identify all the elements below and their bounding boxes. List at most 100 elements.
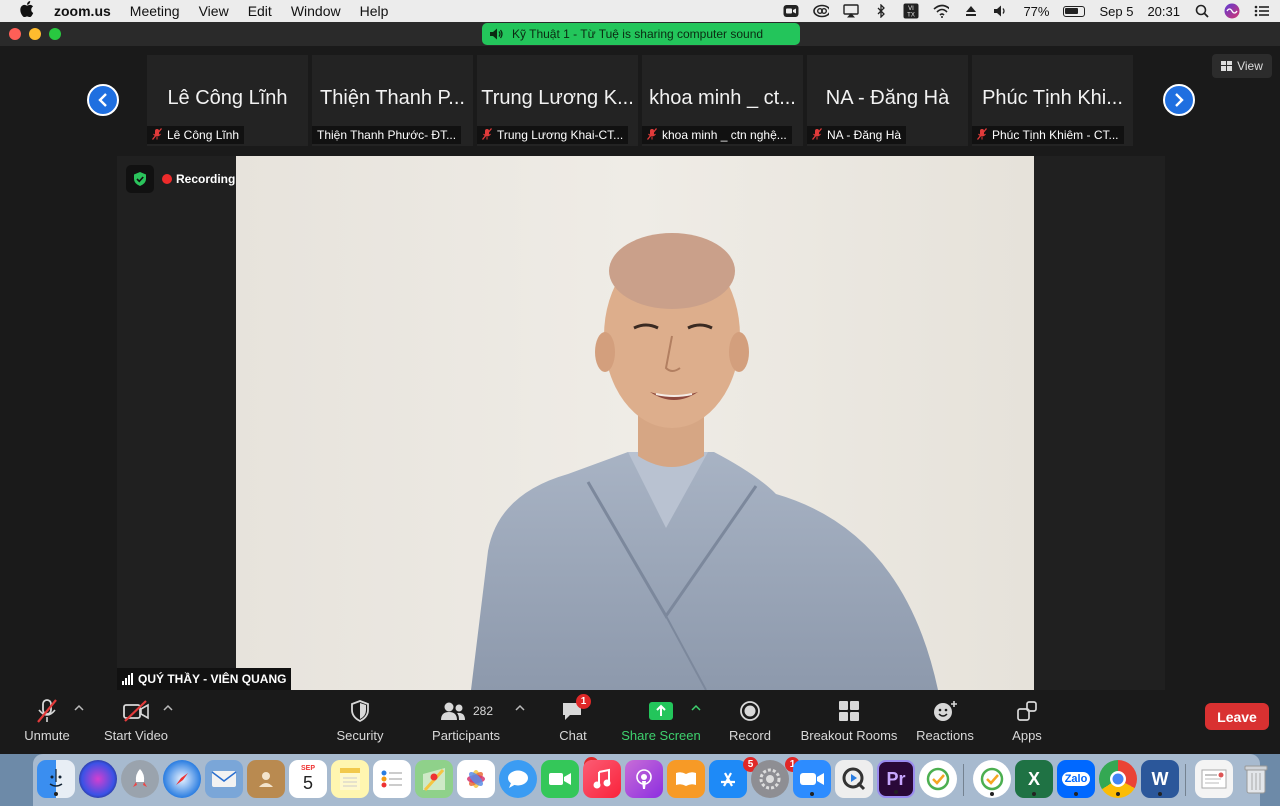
participant-thumbnail[interactable]: Lê Công Lĩnh Lê Công Lĩnh — [147, 55, 308, 146]
menu-app-name[interactable]: zoom.us — [54, 3, 111, 19]
grab-app-icon-2[interactable] — [973, 760, 1011, 798]
share-screen-button[interactable]: Share Screen — [621, 698, 701, 743]
maps-icon[interactable] — [415, 760, 453, 798]
safari-icon[interactable] — [163, 760, 201, 798]
thumbnail-name-label: Lê Công Lĩnh — [147, 126, 245, 144]
dock-separator — [1185, 764, 1186, 796]
participant-thumbnail[interactable]: Trung Lương K... Trung Lương Khai-CT... — [477, 55, 638, 146]
view-button[interactable]: View — [1212, 54, 1272, 78]
zoom-dock-icon[interactable] — [793, 760, 831, 798]
muted-mic-icon — [646, 127, 658, 143]
finder-icon[interactable] — [37, 760, 75, 798]
next-page-button[interactable] — [1163, 84, 1195, 116]
thumbnail-display-name: khoa minh _ ct... — [649, 87, 796, 109]
eject-icon[interactable] — [963, 4, 979, 18]
share-options-chevron-icon[interactable] — [691, 704, 701, 715]
chat-unread-badge: 1 — [576, 694, 591, 709]
apps-button[interactable]: Apps — [1008, 698, 1046, 743]
macos-dock: SEP 5 1 5 — [33, 754, 1268, 806]
books-icon[interactable] — [667, 760, 705, 798]
reactions-button[interactable]: Reactions — [915, 698, 975, 743]
speaker-video-frame — [236, 156, 1034, 690]
airplay-icon[interactable] — [843, 4, 860, 18]
quicktime-icon[interactable] — [835, 760, 873, 798]
speaker-name: QUÝ THẦY - VIÊN QUANG — [138, 672, 287, 686]
meeting-encryption-badge[interactable] — [126, 165, 154, 193]
menu-time[interactable]: 20:31 — [1147, 4, 1180, 19]
zoom-tray-icon[interactable] — [783, 4, 799, 18]
record-button[interactable]: Record — [728, 698, 772, 743]
zalo-icon[interactable]: Zalo — [1057, 760, 1095, 798]
bluetooth-icon[interactable] — [873, 4, 889, 18]
menu-help[interactable]: Help — [360, 3, 389, 19]
menu-view[interactable]: View — [199, 3, 229, 19]
launchpad-icon[interactable] — [121, 760, 159, 798]
menu-bar: zoom.us Meeting View Edit Window Help VI… — [0, 0, 1280, 22]
photos-icon[interactable] — [457, 760, 495, 798]
muted-mic-icon — [481, 127, 493, 143]
close-window-button[interactable] — [9, 28, 21, 40]
creative-cloud-icon[interactable] — [813, 4, 830, 18]
trash-icon[interactable] — [1237, 760, 1275, 798]
siri-icon[interactable] — [1224, 3, 1240, 19]
recent-document-icon[interactable] — [1195, 760, 1233, 798]
word-icon[interactable]: W — [1141, 760, 1179, 798]
share-screen-icon — [648, 698, 674, 724]
thumbnail-display-name: Trung Lương K... — [481, 87, 634, 109]
participant-thumbnail[interactable]: Thiện Thanh P... Thiện Thanh Phước- ĐT..… — [312, 55, 473, 146]
video-options-chevron-icon[interactable] — [163, 704, 173, 715]
facetime-icon[interactable] — [541, 760, 579, 798]
apple-menu-icon[interactable] — [20, 1, 36, 21]
sharing-sound-banner[interactable]: Kỹ Thuật 1 - Từ Tuệ is sharing computer … — [482, 23, 800, 45]
shield-check-icon — [134, 172, 146, 186]
calendar-day: 5 — [302, 773, 313, 793]
battery-icon[interactable] — [1063, 5, 1086, 17]
wifi-icon[interactable] — [933, 4, 950, 18]
minimize-window-button[interactable] — [29, 28, 41, 40]
app-store-icon[interactable] — [709, 760, 747, 798]
music-icon[interactable] — [583, 760, 621, 798]
podcasts-icon[interactable] — [625, 760, 663, 798]
calendar-icon[interactable]: SEP 5 — [289, 760, 327, 798]
system-preferences-icon[interactable] — [751, 760, 789, 798]
notes-icon[interactable] — [331, 760, 369, 798]
participants-icon-group: 282 — [439, 698, 493, 724]
start-video-button[interactable]: Start Video — [100, 698, 172, 743]
leave-meeting-button[interactable]: Leave — [1205, 703, 1269, 730]
recording-indicator[interactable]: Recording — [162, 169, 235, 189]
participant-thumbnail[interactable]: khoa minh _ ct... khoa minh _ ctn nghệ..… — [642, 55, 803, 146]
menu-edit[interactable]: Edit — [248, 3, 272, 19]
grab-app-icon[interactable] — [919, 760, 957, 798]
participant-thumbnail[interactable]: NA - Đăng Hà NA - Đăng Hà — [807, 55, 968, 146]
speaker-icon — [490, 28, 503, 40]
control-center-icon[interactable] — [1254, 4, 1270, 18]
security-shield-icon — [349, 698, 371, 724]
audio-options-chevron-icon[interactable] — [74, 704, 84, 715]
volume-icon[interactable] — [993, 4, 1009, 18]
premiere-pro-icon[interactable]: Pr — [877, 760, 915, 798]
unmute-button[interactable]: Unmute — [22, 698, 72, 743]
spotlight-search-icon[interactable] — [1194, 4, 1210, 18]
breakout-rooms-button[interactable]: Breakout Rooms — [800, 698, 898, 743]
participants-button[interactable]: 282 Participants — [430, 698, 502, 743]
muted-microphone-icon — [35, 698, 59, 724]
messages-icon[interactable] — [499, 760, 537, 798]
keyboard-layout-icon[interactable]: VI TX — [903, 3, 919, 19]
fullscreen-window-button[interactable] — [49, 28, 61, 40]
previous-page-button[interactable] — [87, 84, 119, 116]
participants-options-chevron-icon[interactable] — [515, 704, 525, 715]
menu-window[interactable]: Window — [291, 3, 341, 19]
menu-meeting[interactable]: Meeting — [130, 3, 180, 19]
excel-icon[interactable]: X — [1015, 760, 1053, 798]
mail-icon[interactable] — [205, 760, 243, 798]
chrome-icon[interactable] — [1099, 760, 1137, 798]
participant-thumbnail[interactable]: Phúc Tịnh Khi... Phúc Tịnh Khiêm - CT... — [972, 55, 1133, 146]
contacts-icon[interactable] — [247, 760, 285, 798]
reminders-icon[interactable] — [373, 760, 411, 798]
security-button[interactable]: Security — [333, 698, 387, 743]
thumbnail-name-label: NA - Đăng Hà — [807, 126, 907, 144]
muted-mic-icon — [976, 127, 988, 143]
breakout-rooms-icon — [838, 698, 860, 724]
thumbnail-full-name: Lê Công Lĩnh — [167, 128, 240, 142]
siri-dock-icon[interactable] — [79, 760, 117, 798]
